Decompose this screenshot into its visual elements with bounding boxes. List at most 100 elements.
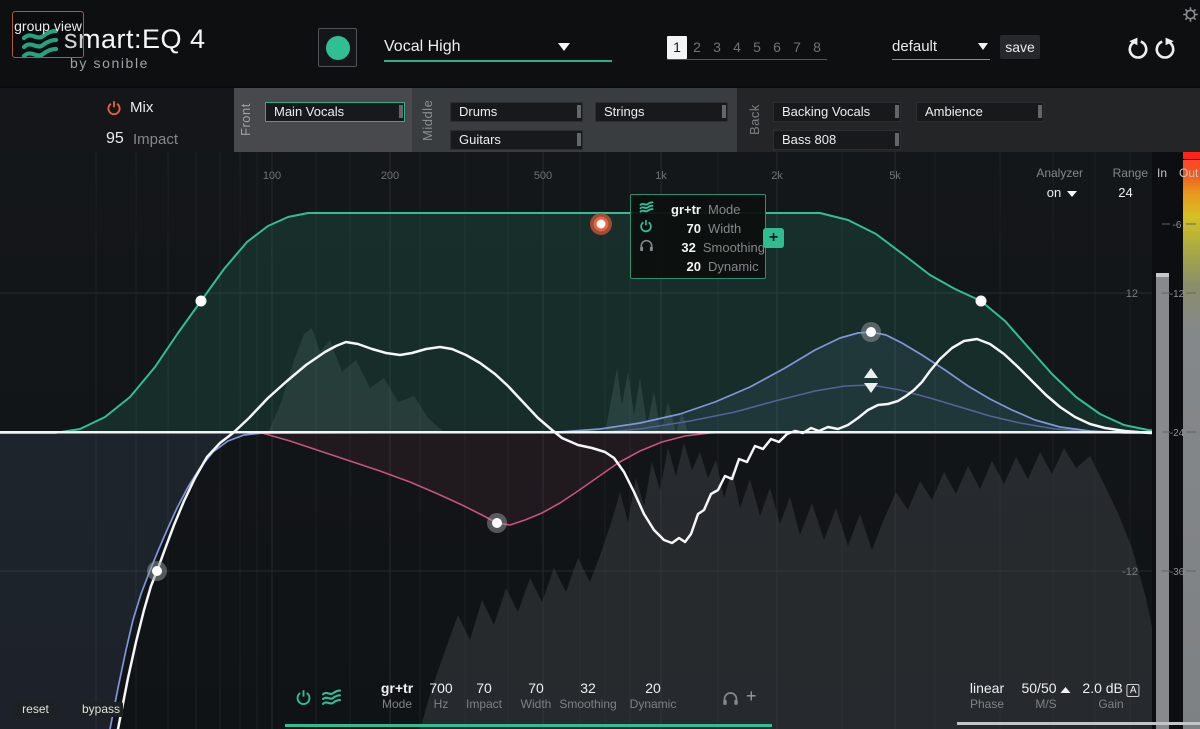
track-slot-ambience[interactable]: Ambience <box>916 102 1044 122</box>
page-tab-1[interactable]: 1 <box>667 36 687 59</box>
phase-label: Phase <box>970 697 1004 711</box>
record-dot-icon <box>326 36 350 60</box>
profile-value: Vocal High <box>384 38 461 56</box>
tooltip-smoothing-label: Smoothing <box>703 240 765 255</box>
in-meter-label: In <box>1157 166 1167 180</box>
track-slot-label: Backing Vocals <box>782 104 870 119</box>
track-slot-guitars[interactable]: Guitars <box>450 130 583 150</box>
meter-scale-label: -6 <box>1173 220 1182 231</box>
drag-handle[interactable] <box>895 105 899 118</box>
drag-handle[interactable] <box>577 133 581 146</box>
eq-node-lowcut[interactable] <box>147 561 167 581</box>
eq-node-blue[interactable] <box>861 322 881 342</box>
page-tab-7[interactable]: 7 <box>787 36 807 59</box>
analyzer-label: Analyzer <box>1018 166 1083 180</box>
bypass-button[interactable]: bypass <box>79 702 123 717</box>
gain-control[interactable]: 2.0 dBA Gain <box>1082 680 1139 711</box>
channel-page-tabs: 1 2 3 4 5 6 7 8 <box>667 36 827 59</box>
band-waves-icon[interactable] <box>319 689 344 707</box>
mix-power-icon[interactable] <box>106 100 122 116</box>
page-tab-4[interactable]: 4 <box>727 36 747 59</box>
product-title: smart:EQ 4 <box>64 24 206 55</box>
param-value: 70 <box>466 680 502 697</box>
track-slot-label: Guitars <box>459 132 501 147</box>
eq-curve-display: 100 200 500 1k 2k 5k 12 -12 -6 -12 -24 -… <box>0 152 1200 729</box>
power-icon <box>639 219 661 238</box>
param-smoothing[interactable]: 32 Smoothing <box>559 680 616 711</box>
page-tab-2[interactable]: 2 <box>687 36 707 59</box>
gear-icon[interactable] <box>1182 6 1199 23</box>
eq-node-selected[interactable] <box>590 213 612 235</box>
param-label: Mode <box>381 697 413 711</box>
redo-button[interactable] <box>1152 36 1178 62</box>
solo-headphones-icon[interactable] <box>722 691 739 706</box>
reset-button[interactable]: reset <box>13 702 58 717</box>
param-dynamic[interactable]: 20 Dynamic <box>630 680 677 711</box>
auto-gain-badge[interactable]: A <box>1127 684 1140 697</box>
drag-handle[interactable] <box>577 105 581 118</box>
drag-handle[interactable] <box>1038 105 1042 118</box>
undo-button[interactable] <box>1125 36 1151 62</box>
param-label: Hz <box>429 697 452 711</box>
add-band-toolbar-button[interactable]: + <box>746 686 757 707</box>
eq-node-green-low[interactable] <box>196 296 207 307</box>
eq-node-pink[interactable] <box>487 513 507 533</box>
plugin-window: smart:EQ 4 by sonible Vocal High 1 2 3 4… <box>0 0 1200 729</box>
param-value: 700 <box>429 680 452 697</box>
range-label: Range <box>1100 166 1148 180</box>
param-width[interactable]: 70 Width <box>521 680 552 711</box>
drag-handle[interactable] <box>895 133 899 146</box>
param-frequency[interactable]: 700 Hz <box>429 680 452 711</box>
front-section-label: Front <box>238 94 253 146</box>
caret-up-icon <box>1061 687 1071 693</box>
eq-node-green-high[interactable] <box>976 296 987 307</box>
learn-record-button[interactable] <box>318 28 357 67</box>
tooltip-width-value: 70 <box>661 221 701 236</box>
preset-value: default <box>892 38 937 55</box>
lowcut-band-fill <box>0 433 262 729</box>
param-impact[interactable]: 70 Impact <box>466 680 502 711</box>
ms-control[interactable]: 50/50 M/S <box>1021 680 1070 711</box>
page-tab-5[interactable]: 5 <box>747 36 767 59</box>
add-band-button[interactable]: + <box>763 228 784 248</box>
page-tab-8[interactable]: 8 <box>807 36 827 59</box>
analyzer-state-dropdown[interactable]: on <box>1036 185 1088 200</box>
band-power-icon[interactable] <box>295 689 312 706</box>
profile-dropdown[interactable]: Vocal High <box>384 36 612 62</box>
tooltip-smoothing-value: 32 <box>659 240 696 255</box>
range-value[interactable]: 24 <box>1103 185 1148 200</box>
gain-label: Gain <box>1082 697 1139 711</box>
drag-handle[interactable] <box>722 105 726 118</box>
top-bar: smart:EQ 4 by sonible Vocal High 1 2 3 4… <box>0 0 1200 86</box>
green-band-fill <box>0 213 1200 433</box>
page-tab-3[interactable]: 3 <box>707 36 727 59</box>
page-tab-6[interactable]: 6 <box>767 36 787 59</box>
param-value: 20 <box>630 680 677 697</box>
headphones-icon <box>639 239 659 257</box>
drag-handle[interactable] <box>399 105 403 118</box>
track-slot-label: Main Vocals <box>274 104 344 119</box>
param-label: Width <box>521 697 552 711</box>
freq-axis-label: 5k <box>889 170 901 182</box>
param-mode[interactable]: gr+tr Mode <box>381 680 413 711</box>
freq-axis-label: 2k <box>771 170 783 182</box>
track-slot-bass-808[interactable]: Bass 808 <box>773 130 901 150</box>
track-slot-backing-vocals[interactable]: Backing Vocals <box>773 102 901 122</box>
track-slot-label: Ambience <box>925 104 983 119</box>
preset-dropdown[interactable]: default <box>892 37 990 60</box>
save-button[interactable]: save <box>1000 35 1040 59</box>
phase-control[interactable]: linear Phase <box>970 680 1004 711</box>
meter-scale-label: -12 <box>1170 289 1185 300</box>
chevron-down-icon <box>1067 191 1077 197</box>
tooltip-width-label: Width <box>708 221 741 236</box>
track-slot-strings[interactable]: Strings <box>595 102 728 122</box>
tooltip-mode-value: gr+tr <box>661 202 701 217</box>
clip-indicator[interactable] <box>1183 152 1200 159</box>
track-slot-label: Drums <box>459 104 497 119</box>
group-view-button[interactable]: group view <box>12 11 84 58</box>
back-section-label: Back <box>747 94 762 146</box>
ms-value: 50/50 <box>1021 680 1056 696</box>
track-slot-drums[interactable]: Drums <box>450 102 583 122</box>
impact-value[interactable]: 95 <box>106 130 124 148</box>
track-slot-main-vocals[interactable]: Main Vocals <box>265 102 405 122</box>
